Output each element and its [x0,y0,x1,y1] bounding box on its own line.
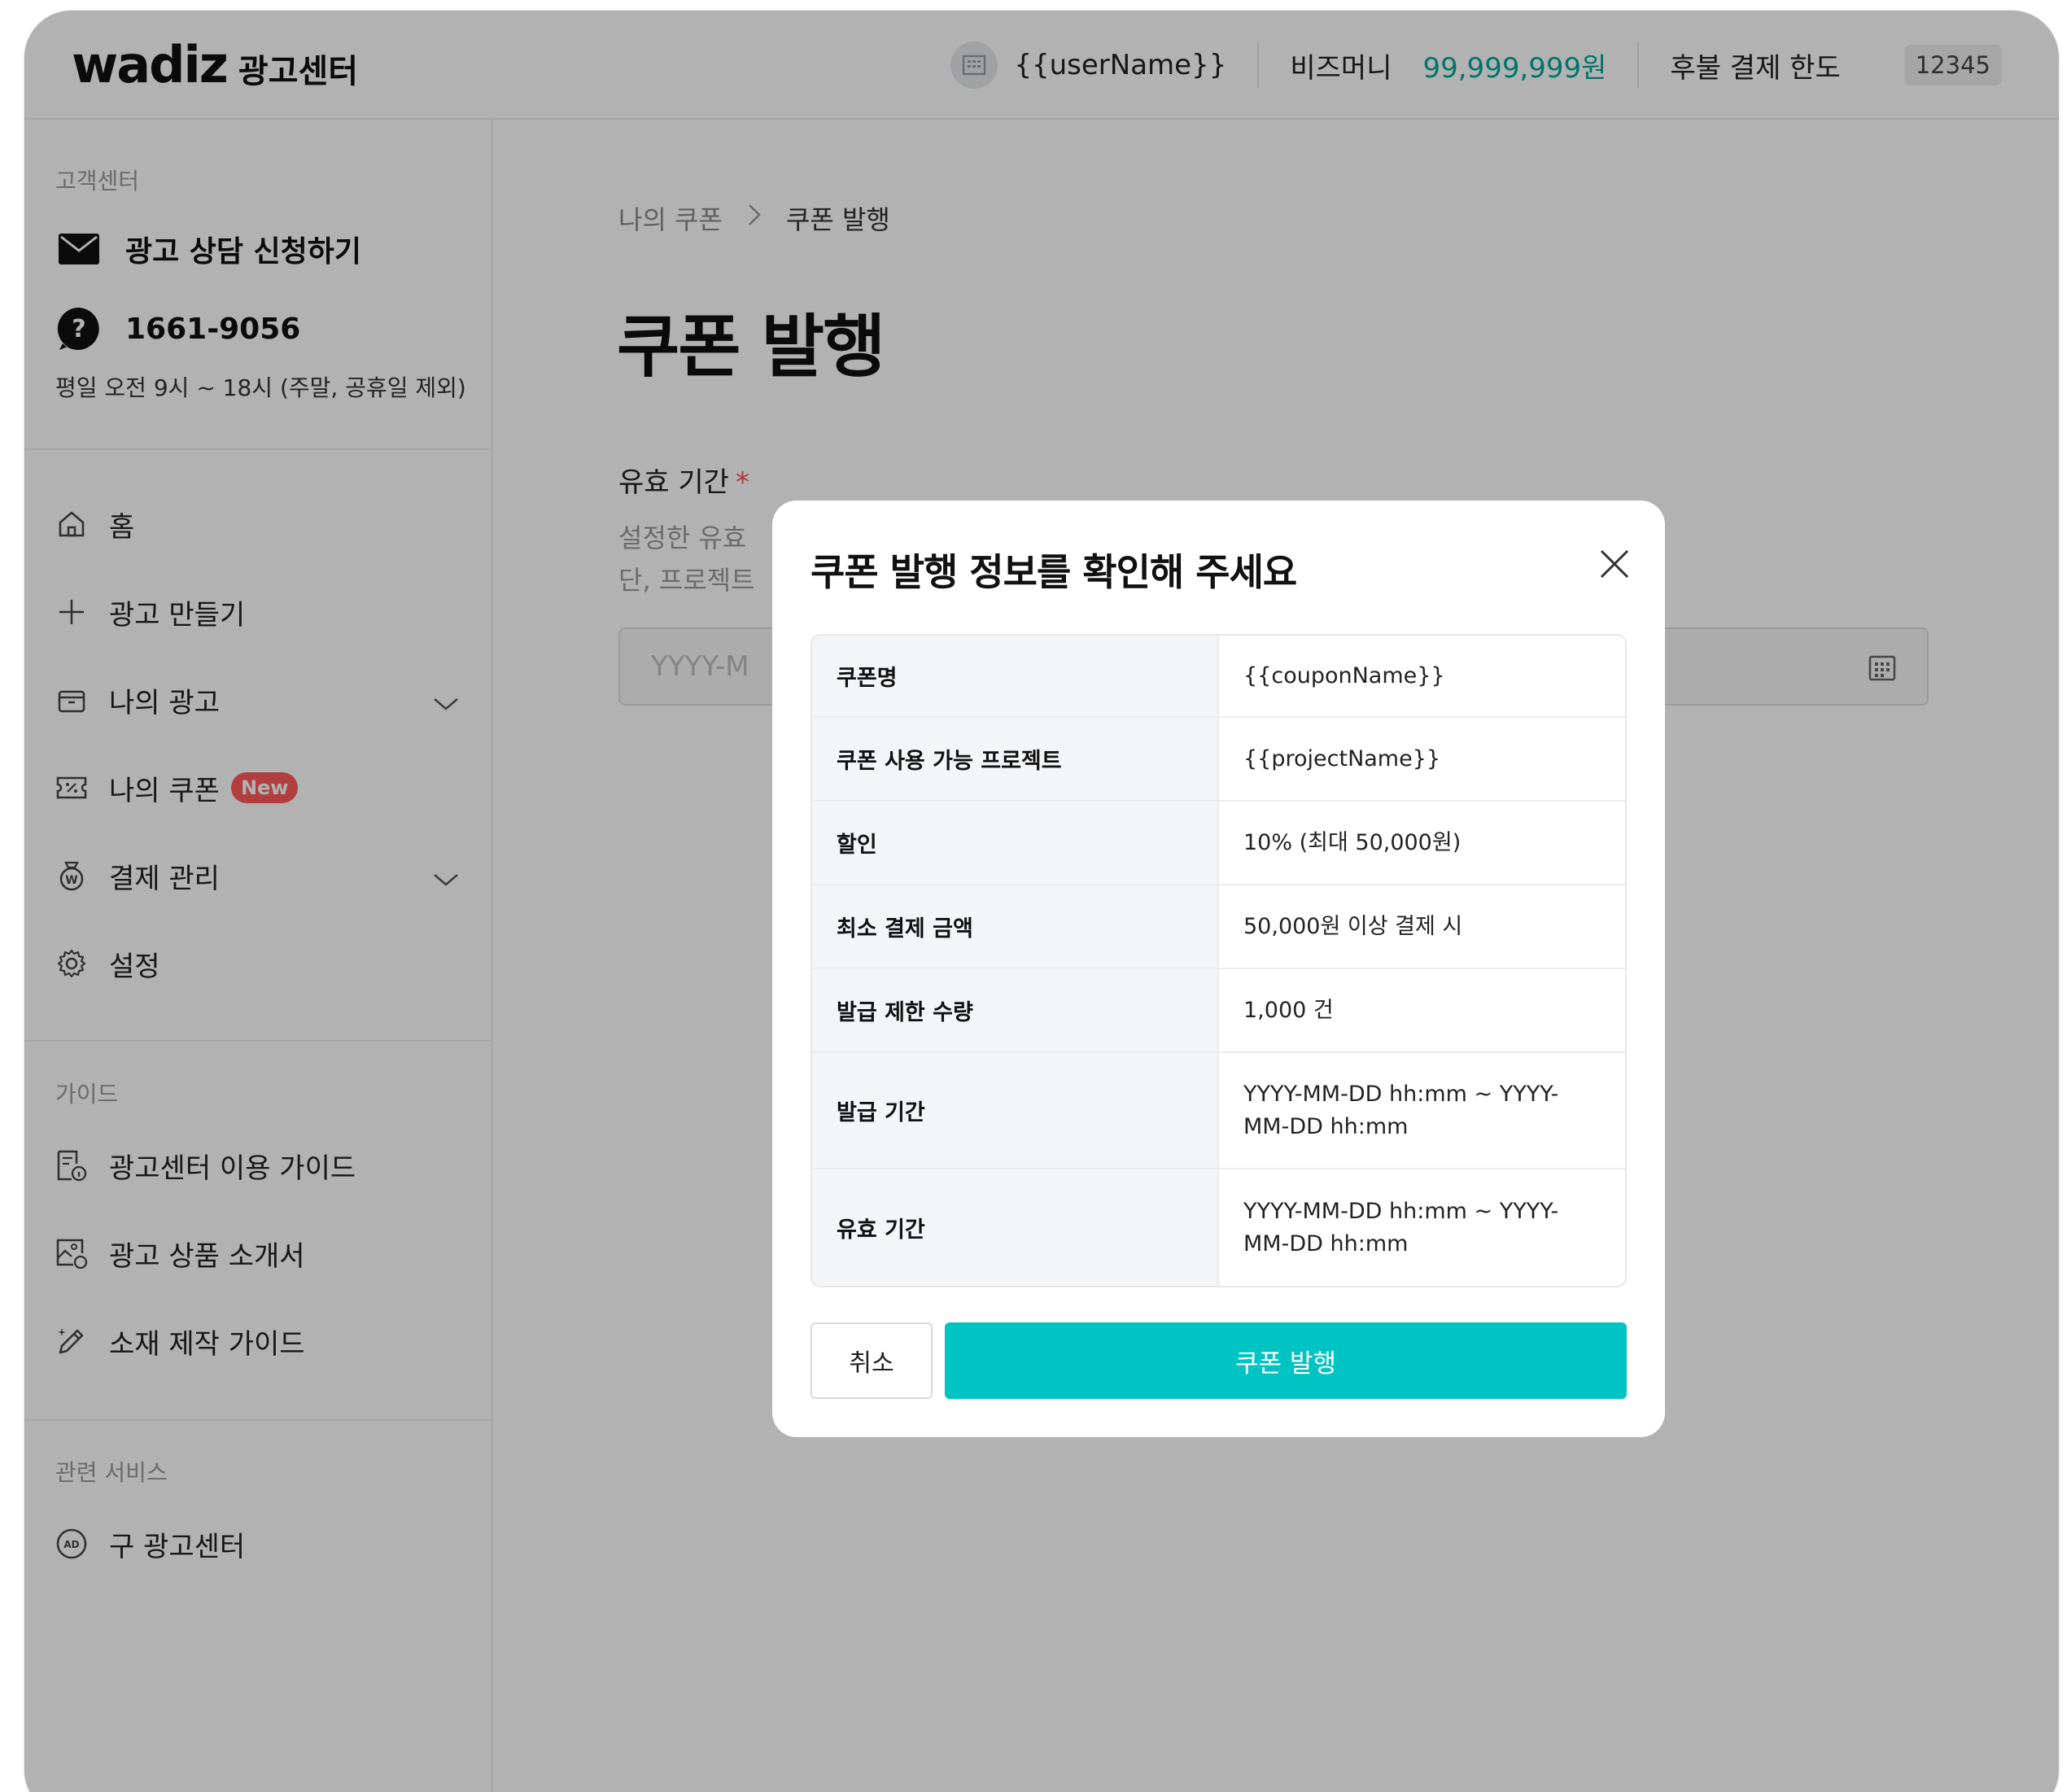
row-key: 쿠폰 사용 가능 프로젝트 [812,718,1219,800]
row-key: 유효 기간 [812,1169,1219,1286]
row-key: 발급 제한 수량 [812,969,1219,1051]
table-row: 발급 제한 수량 1,000 건 [812,969,1625,1053]
row-value: {{projectName}} [1243,745,1441,771]
close-icon[interactable] [1597,546,1632,582]
row-key: 할인 [812,802,1219,884]
row-value: {{couponName}} [1243,662,1445,688]
row-value: YYYY-MM-DD hh:mm ~ YYYY-MM-DD hh:mm [1243,1081,1559,1139]
app-window: wadiz 광고센터 {{userName}} 비즈머니 99,999,999원… [24,11,2059,1792]
row-value: 1,000 건 [1243,997,1334,1023]
row-value: 50,000원 이상 결제 시 [1243,913,1463,939]
table-row: 쿠폰명 {{couponName}} [812,636,1625,718]
row-value: 10% (최대 50,000원) [1243,829,1461,855]
coupon-info-table: 쿠폰명 {{couponName}} 쿠폰 사용 가능 프로젝트 {{proje… [810,634,1627,1287]
row-key: 발급 기간 [812,1053,1219,1168]
row-value: YYYY-MM-DD hh:mm ~ YYYY-MM-DD hh:mm [1243,1198,1559,1257]
row-key: 최소 결제 금액 [812,885,1219,968]
table-row: 발급 기간 YYYY-MM-DD hh:mm ~ YYYY-MM-DD hh:m… [812,1053,1625,1169]
table-row: 쿠폰 사용 가능 프로젝트 {{projectName}} [812,718,1625,802]
coupon-confirm-dialog: 쿠폰 발행 정보를 확인해 주세요 쿠폰명 {{couponName}} 쿠폰 … [772,500,1665,1437]
row-key: 쿠폰명 [812,636,1219,716]
dialog-title: 쿠폰 발행 정보를 확인해 주세요 [810,550,1297,594]
issue-coupon-button[interactable]: 쿠폰 발행 [945,1322,1627,1399]
table-row: 최소 결제 금액 50,000원 이상 결제 시 [812,885,1625,969]
table-row: 할인 10% (최대 50,000원) [812,802,1625,885]
cancel-button[interactable]: 취소 [810,1322,933,1399]
table-row: 유효 기간 YYYY-MM-DD hh:mm ~ YYYY-MM-DD hh:m… [812,1169,1625,1286]
